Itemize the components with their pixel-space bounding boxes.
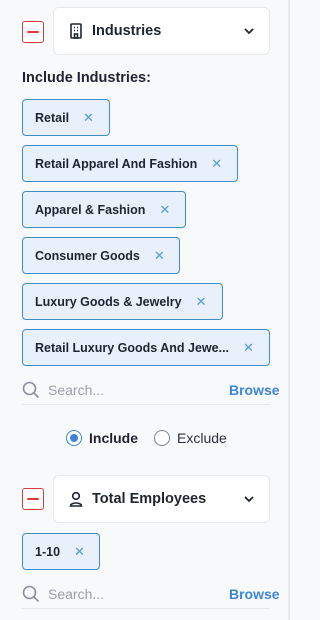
industries-header[interactable]: Industries xyxy=(53,7,270,55)
radio-selected-dot xyxy=(70,434,78,442)
exclude-label[interactable]: Exclude xyxy=(177,430,227,446)
employee-tag: 1-10 ✕ xyxy=(22,533,100,570)
minus-icon xyxy=(27,498,39,500)
exclude-radio[interactable] xyxy=(154,430,171,446)
close-icon[interactable]: ✕ xyxy=(83,111,94,124)
close-icon[interactable]: ✕ xyxy=(154,249,165,262)
tag-label: Retail Apparel And Fashion xyxy=(35,156,198,171)
chevron-down-icon xyxy=(243,493,255,505)
employees-search-row: Browse xyxy=(22,579,280,609)
industries-title: Industries xyxy=(92,23,162,39)
collapse-industries-button[interactable] xyxy=(22,21,44,43)
panel-divider xyxy=(288,0,290,620)
industries-browse-link[interactable]: Browse xyxy=(229,382,280,398)
tag-label: 1-10 xyxy=(35,544,61,559)
employees-browse-link[interactable]: Browse xyxy=(229,586,280,602)
industries-search-row: Browse xyxy=(22,375,280,405)
employees-search-input[interactable] xyxy=(48,585,229,602)
close-icon[interactable]: ✕ xyxy=(196,295,207,308)
user-icon xyxy=(68,491,84,507)
include-industries-label: Include Industries: xyxy=(22,70,151,86)
industry-tag: Retail Luxury Goods And Jewe... ✕ xyxy=(22,329,270,366)
industry-tag: Retail Apparel And Fashion ✕ xyxy=(22,145,238,182)
tag-label: Consumer Goods xyxy=(35,248,140,263)
chevron-down-icon xyxy=(243,25,255,37)
include-label[interactable]: Include xyxy=(89,430,138,446)
close-icon[interactable]: ✕ xyxy=(159,203,170,216)
tag-label: Retail Luxury Goods And Jewe... xyxy=(35,340,230,355)
close-icon[interactable]: ✕ xyxy=(74,545,85,558)
close-icon[interactable]: ✕ xyxy=(211,157,222,170)
collapse-employees-button[interactable] xyxy=(22,488,44,510)
include-exclude-group: Include Exclude xyxy=(66,430,227,446)
industries-search-input[interactable] xyxy=(48,381,229,398)
minus-icon xyxy=(27,31,39,33)
search-icon xyxy=(22,381,40,399)
industry-tag: Apparel & Fashion ✕ xyxy=(22,191,186,228)
industry-tag: Retail ✕ xyxy=(22,99,110,136)
close-icon[interactable]: ✕ xyxy=(243,341,254,354)
search-icon xyxy=(22,585,40,603)
tag-label: Retail xyxy=(35,110,70,125)
employees-title: Total Employees xyxy=(92,491,207,507)
tag-label: Luxury Goods & Jewelry xyxy=(35,294,182,309)
industry-tag: Consumer Goods ✕ xyxy=(22,237,180,274)
tag-label: Apparel & Fashion xyxy=(35,202,146,217)
include-radio[interactable] xyxy=(66,430,82,446)
building-icon xyxy=(68,23,84,39)
industry-tag: Luxury Goods & Jewelry ✕ xyxy=(22,283,223,320)
employees-header[interactable]: Total Employees xyxy=(53,475,270,523)
